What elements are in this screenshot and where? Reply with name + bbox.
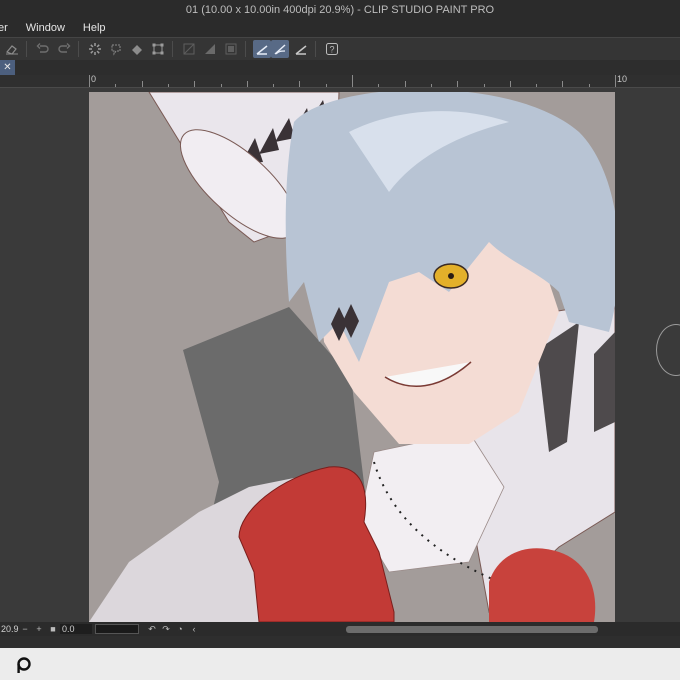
menu-item-help[interactable]: Help <box>74 20 115 37</box>
close-tab-button[interactable]: ✕ <box>0 60 15 75</box>
ruler-tick <box>167 84 169 87</box>
ruler-label-10: 10 <box>617 74 628 84</box>
ruler-tick <box>299 81 301 87</box>
pen-ruler-icon[interactable] <box>292 40 310 58</box>
panel-divider <box>0 636 680 648</box>
ruler-tick <box>536 84 538 87</box>
toolbar-divider <box>26 41 27 57</box>
snap-icon[interactable] <box>271 40 289 58</box>
grid-icon[interactable] <box>180 40 198 58</box>
frame-icon[interactable] <box>222 40 240 58</box>
ruler-tick <box>352 75 353 87</box>
ruler-tick <box>378 84 380 87</box>
rotate-handle[interactable] <box>656 324 680 376</box>
ruler-tick <box>246 81 248 87</box>
help-icon[interactable]: ? <box>323 40 341 58</box>
ruler-label-0: 0 <box>91 74 97 84</box>
menu-item-filter[interactable]: er <box>0 20 17 37</box>
toolbar-divider <box>78 41 79 57</box>
ruler-tick <box>89 75 90 87</box>
zoom-in-icon[interactable]: + <box>32 624 46 634</box>
canvas-area[interactable] <box>0 88 680 622</box>
ruler-tick <box>404 81 406 87</box>
rotate-left-icon[interactable]: ↶ <box>145 624 159 635</box>
taskbar <box>0 648 680 680</box>
lasso-icon[interactable] <box>107 40 125 58</box>
pupil <box>448 273 454 279</box>
undo-icon[interactable] <box>34 40 52 58</box>
artwork-canvas[interactable] <box>89 92 615 622</box>
ruler-tick <box>457 81 459 87</box>
command-bar: ? <box>0 37 680 61</box>
ruler-tick <box>273 84 275 87</box>
ruler-tick <box>509 81 511 87</box>
ruler-icon[interactable] <box>253 40 271 58</box>
ruler-tick <box>194 81 196 87</box>
flip-icon[interactable]: ‹ <box>187 624 201 634</box>
rotation-field[interactable]: 0.0 <box>60 624 92 634</box>
horizontal-ruler: 0 10 <box>0 74 680 88</box>
transform-icon[interactable] <box>149 40 167 58</box>
reset-rotate-icon[interactable]: ◔ <box>173 624 187 634</box>
gradient-icon[interactable] <box>201 40 219 58</box>
zoom-value[interactable]: 20.9 <box>0 624 19 634</box>
ruler-tick <box>430 84 432 87</box>
ruler-tick <box>220 84 222 87</box>
zoom-out-icon[interactable]: − <box>18 624 32 634</box>
loading-icon[interactable] <box>86 40 104 58</box>
menu-bar: er Window Help <box>0 20 680 37</box>
ruler-tick <box>562 81 564 87</box>
rotation-slider[interactable] <box>95 624 139 634</box>
svg-text:?: ? <box>329 45 334 55</box>
app-logo-icon[interactable] <box>14 656 32 674</box>
ruler-tick <box>483 84 485 87</box>
horizontal-scrollbar[interactable] <box>346 626 598 633</box>
ruler-tick <box>115 84 117 87</box>
menu-item-window[interactable]: Window <box>17 20 74 37</box>
ruler-tick <box>141 81 143 87</box>
eraser-icon[interactable] <box>3 40 21 58</box>
redo-icon[interactable] <box>55 40 73 58</box>
rotate-right-icon[interactable]: ↷ <box>159 624 173 635</box>
toolbar-divider <box>315 41 316 57</box>
fit-icon[interactable]: ■ <box>46 624 60 634</box>
toolbar-divider <box>172 41 173 57</box>
canvas-tab-bar: ✕ <box>0 60 680 75</box>
ruler-tick <box>588 84 590 87</box>
window-title: 01 (10.00 x 10.00in 400dpi 20.9%) - CLIP… <box>0 0 680 20</box>
ruler-tick <box>615 75 616 87</box>
toolbar-divider <box>245 41 246 57</box>
ruler-tick <box>325 84 327 87</box>
fill-icon[interactable] <box>128 40 146 58</box>
